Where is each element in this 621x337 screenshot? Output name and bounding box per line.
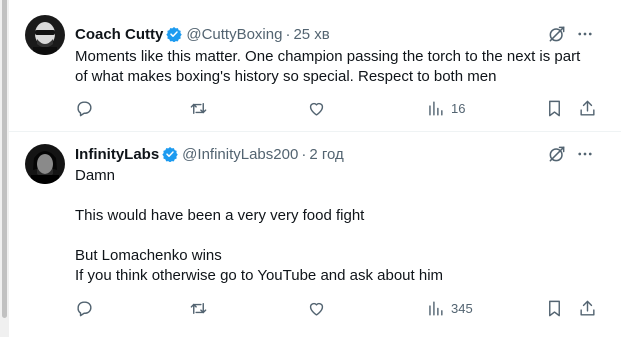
more-options-button[interactable] xyxy=(574,23,596,45)
reply-button[interactable] xyxy=(75,97,94,119)
tweet-text: Moments like this matter. One champion p… xyxy=(75,47,610,87)
bookmark-button[interactable] xyxy=(545,97,564,119)
tweet-text-line xyxy=(75,226,610,246)
tweet-header: InfinityLabs @InfinityLabs200 · 2 год xyxy=(75,143,344,165)
views-button[interactable]: 16 xyxy=(426,97,465,119)
avatar[interactable] xyxy=(25,15,65,55)
grok-icon xyxy=(549,146,565,162)
author-name[interactable]: InfinityLabs xyxy=(75,146,159,163)
tweet-text-line xyxy=(75,186,610,206)
retweet-button[interactable] xyxy=(189,297,208,319)
heart-icon xyxy=(309,102,324,116)
retweet-icon xyxy=(190,102,207,114)
author-handle[interactable]: @CuttyBoxing xyxy=(186,26,282,43)
retweet-icon xyxy=(190,302,207,314)
tweet-text-line: of what makes boxing's history so specia… xyxy=(75,68,497,85)
reply-icon xyxy=(77,100,92,116)
verified-badge-icon xyxy=(166,26,183,43)
views-button[interactable]: 345 xyxy=(426,297,473,319)
share-button[interactable] xyxy=(578,297,597,319)
views-chart-icon xyxy=(429,300,443,316)
tweet-header: Coach Cutty @CuttyBoxing · 25 хв xyxy=(75,23,330,45)
views-count: 16 xyxy=(451,100,466,116)
tweet-text-line: If you think otherwise go to YouTube and… xyxy=(75,267,444,284)
bookmark-icon xyxy=(549,300,560,316)
more-icon xyxy=(578,152,592,156)
tweet-text: Damn This would have been a very very fo… xyxy=(75,166,610,286)
more-icon xyxy=(578,32,592,36)
timestamp[interactable]: 2 год xyxy=(309,146,343,163)
tweet-text-line: Moments like this matter. One champion p… xyxy=(75,48,581,65)
like-button[interactable] xyxy=(307,297,326,319)
bookmark-button[interactable] xyxy=(545,297,564,319)
tweet-actions: 16 xyxy=(75,97,610,119)
retweet-button[interactable] xyxy=(189,97,208,119)
reply-button[interactable] xyxy=(75,297,94,319)
tweet-actions: 345 xyxy=(75,297,610,319)
share-icon xyxy=(580,100,595,116)
scrollbar-thumb[interactable] xyxy=(2,0,7,318)
tweet[interactable]: Coach Cutty @CuttyBoxing · 25 хв Moments… xyxy=(9,0,621,132)
tweet-text-line: But Lomachenko wins xyxy=(75,247,222,264)
grok-icon xyxy=(549,26,565,42)
views-count: 345 xyxy=(451,300,473,316)
heart-icon xyxy=(309,302,324,316)
avatar[interactable] xyxy=(25,144,65,184)
more-options-button[interactable] xyxy=(574,143,596,165)
grok-button[interactable] xyxy=(546,143,568,165)
like-button[interactable] xyxy=(307,97,326,119)
bookmark-icon xyxy=(549,100,560,116)
separator: · xyxy=(301,145,307,163)
tweet-text-line: Damn xyxy=(75,167,116,184)
share-icon xyxy=(580,300,595,316)
reply-icon xyxy=(77,300,92,316)
grok-button[interactable] xyxy=(546,23,568,45)
tweet[interactable]: InfinityLabs @InfinityLabs200 · 2 год Da… xyxy=(9,131,621,337)
tweet-text-line: This would have been a very very food fi… xyxy=(75,207,365,224)
views-chart-icon xyxy=(429,100,443,116)
verified-badge-icon xyxy=(162,146,178,163)
share-button[interactable] xyxy=(578,97,597,119)
author-name[interactable]: Coach Cutty xyxy=(75,26,163,43)
scrollbar[interactable] xyxy=(0,0,9,337)
timestamp[interactable]: 25 хв xyxy=(293,26,329,43)
separator: · xyxy=(285,25,291,43)
reply-feed: Coach Cutty @CuttyBoxing · 25 хв Moments… xyxy=(9,0,621,337)
author-handle[interactable]: @InfinityLabs200 xyxy=(182,146,298,163)
